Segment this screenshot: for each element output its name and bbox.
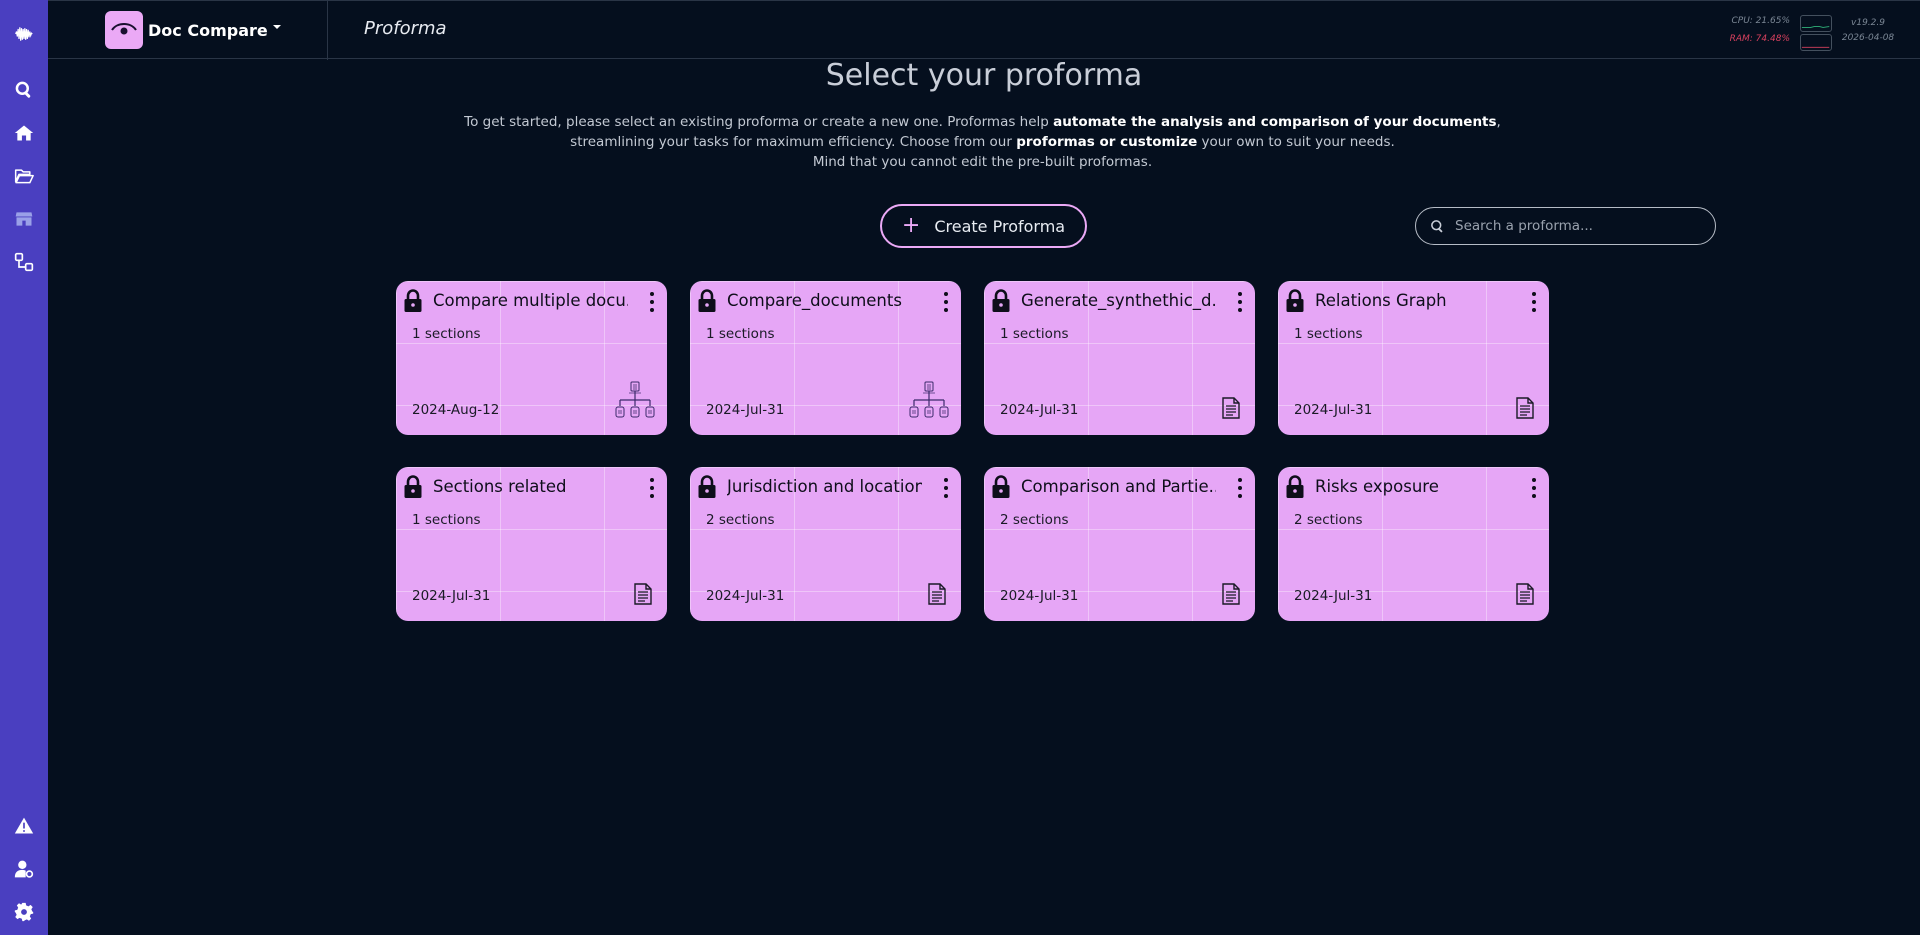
gear-icon[interactable] <box>0 894 48 930</box>
card-title: Comparison and Partie... <box>1021 477 1216 496</box>
card-sections: 1 sections <box>1294 326 1363 342</box>
card-sections: 1 sections <box>412 326 481 342</box>
document-icon <box>1221 397 1241 423</box>
ram-sparkline <box>1800 34 1832 51</box>
more-options-icon[interactable] <box>1233 477 1247 499</box>
create-proforma-label: Create Proforma <box>934 216 1066 236</box>
more-options-icon[interactable] <box>1527 291 1541 313</box>
document-icon <box>1515 397 1535 423</box>
intro-bold1: automate the analysis and comparison of … <box>1053 114 1497 130</box>
lock-icon <box>1285 289 1305 313</box>
lock-icon <box>991 289 1011 313</box>
more-options-icon[interactable] <box>1233 291 1247 313</box>
sidebar <box>0 0 48 935</box>
create-proforma-button[interactable]: + Create Proforma <box>880 204 1087 248</box>
eye-icon <box>105 11 143 49</box>
card-date: 2024-Jul-31 <box>706 588 785 604</box>
home-icon[interactable] <box>0 115 48 151</box>
proforma-card[interactable]: Generate_synthethic_d... 1 sections 2024-J… <box>984 281 1255 435</box>
card-sections: 1 sections <box>706 326 775 342</box>
card-title: Relations Graph <box>1315 291 1447 310</box>
card-date: 2024-Jul-31 <box>1000 588 1079 604</box>
waveform-logo-icon[interactable] <box>0 16 48 52</box>
more-options-icon[interactable] <box>1527 477 1541 499</box>
search-input[interactable] <box>1455 218 1695 234</box>
card-sections: 2 sections <box>706 512 775 528</box>
top-bar: Doc Compare Proforma CPU: 21.65% RAM: 74… <box>48 0 1920 60</box>
proforma-card[interactable]: Comparison and Partie... 2 sections 2024-J… <box>984 467 1255 621</box>
proforma-card[interactable]: Sections related 1 sections 2024-Jul-31 <box>396 467 667 621</box>
version: v19.2.9 <box>1851 18 1885 28</box>
lock-icon <box>991 475 1011 499</box>
card-sections: 2 sections <box>1294 512 1363 528</box>
user-settings-icon[interactable] <box>0 851 48 887</box>
cpu-usage: CPU: 21.65% <box>1731 16 1790 26</box>
document-icon <box>633 583 653 609</box>
proforma-card[interactable]: Risks exposure 2 sections 2024-Jul-31 <box>1278 467 1549 621</box>
cpu-sparkline <box>1800 15 1832 32</box>
more-options-icon[interactable] <box>645 477 659 499</box>
lock-icon <box>697 475 717 499</box>
app-name: Doc Compare <box>148 20 268 40</box>
plus-icon: + <box>901 213 921 238</box>
card-date: 2024-Jul-31 <box>706 402 785 418</box>
document-icon <box>927 583 947 609</box>
card-title: Risks exposure <box>1315 477 1439 496</box>
card-title: Generate_synthethic_d... <box>1021 291 1216 310</box>
lock-icon <box>403 289 423 313</box>
lock-icon <box>1285 475 1305 499</box>
ram-usage: RAM: 74.48% <box>1729 34 1790 44</box>
card-date: 2024-Jul-31 <box>1000 402 1079 418</box>
card-sections: 2 sections <box>1000 512 1069 528</box>
store-icon[interactable] <box>0 201 48 237</box>
page-title: Proforma <box>364 18 447 39</box>
card-title: Jurisdiction and location <box>727 477 922 496</box>
card-date: 2024-Jul-31 <box>1294 402 1373 418</box>
card-sections: 1 sections <box>1000 326 1069 342</box>
search-box[interactable] <box>1415 207 1716 245</box>
more-options-icon[interactable] <box>645 291 659 313</box>
card-sections: 1 sections <box>412 512 481 528</box>
intro-text: To get started, please select an existin… <box>440 112 1525 172</box>
lock-icon <box>697 289 717 313</box>
proforma-card[interactable]: Jurisdiction and location 2 sections 2024-… <box>690 467 961 621</box>
lock-icon <box>403 475 423 499</box>
document-icon <box>1515 583 1535 609</box>
intro-part1: To get started, please select an existin… <box>464 114 1054 130</box>
intro-part3: your own to suit your needs. <box>1197 134 1395 150</box>
more-options-icon[interactable] <box>939 291 953 313</box>
app-switcher-button[interactable]: Doc Compare <box>105 11 281 49</box>
version-info: v19.2.9 2026-04-08 <box>1838 16 1898 46</box>
build-date: 2026-04-08 <box>1841 33 1895 43</box>
card-date: 2024-Jul-31 <box>1294 588 1373 604</box>
proforma-card[interactable]: Relations Graph 1 sections 2024-Jul-31 <box>1278 281 1549 435</box>
hierarchy-icon <box>909 381 949 425</box>
system-stats: CPU: 21.65% RAM: 74.48% <box>1720 16 1790 44</box>
search-icon <box>1431 219 1443 232</box>
document-icon <box>1221 583 1241 609</box>
more-options-icon[interactable] <box>939 477 953 499</box>
divider <box>327 1 328 60</box>
intro-bold2: proformas or customize <box>1016 134 1198 150</box>
card-title: Sections related <box>433 477 567 496</box>
card-title: Compare multiple docu... <box>433 291 628 310</box>
chevron-down-icon <box>272 25 281 29</box>
warning-icon[interactable] <box>0 808 48 844</box>
card-date: 2024-Aug-12 <box>412 402 500 418</box>
folder-open-icon[interactable] <box>0 158 48 194</box>
proforma-card[interactable]: Compare multiple docu... 1 sections 2024-A… <box>396 281 667 435</box>
page-heading: Select your proforma <box>825 58 1143 93</box>
card-title: Compare_documents <box>727 291 902 310</box>
card-date: 2024-Jul-31 <box>412 588 491 604</box>
workflow-icon[interactable] <box>0 244 48 280</box>
hierarchy-icon <box>615 381 655 425</box>
intro-line3: Mind that you cannot edit the pre-built … <box>812 154 1153 170</box>
proforma-card[interactable]: Compare_documents 1 sections 2024-Jul-31 <box>690 281 961 435</box>
